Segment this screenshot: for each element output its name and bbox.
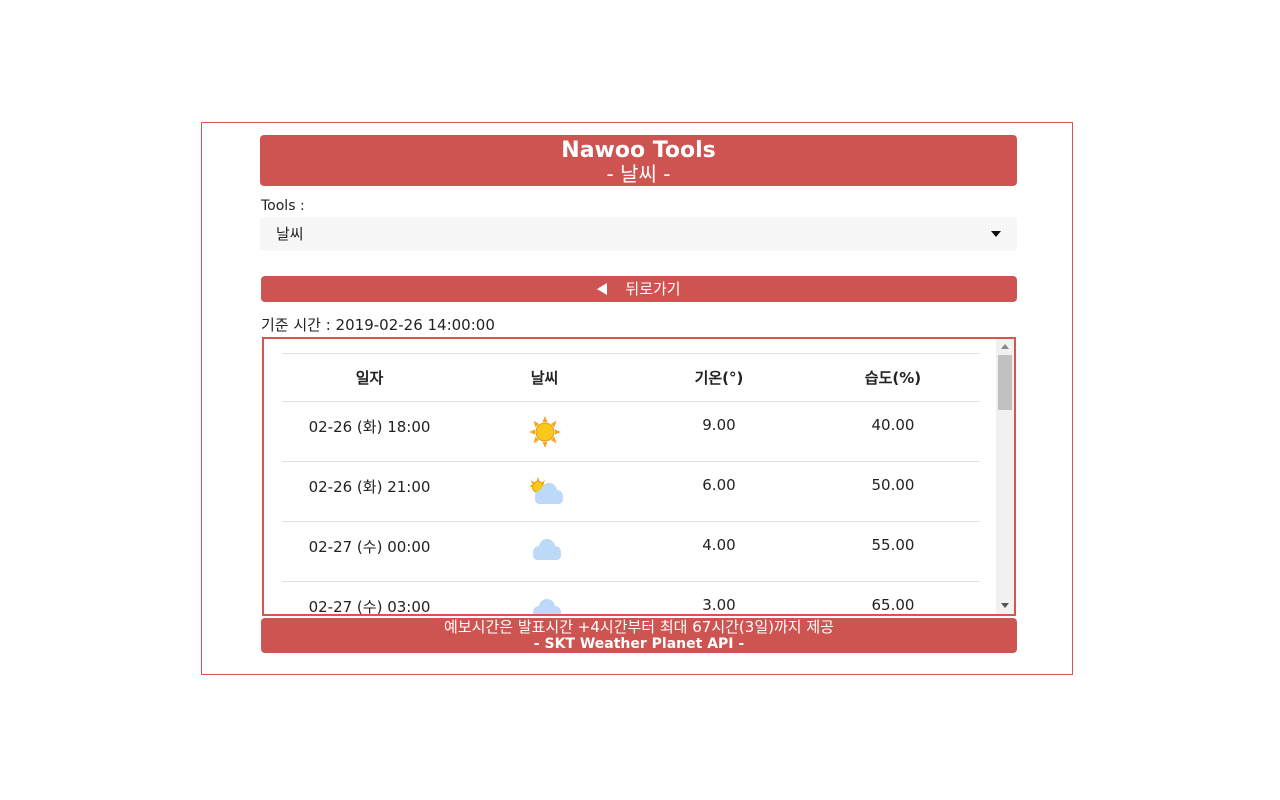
back-button[interactable]: 뒤로가기 [261,276,1017,302]
scroll-up-icon[interactable] [1001,344,1009,349]
scrollbar-thumb[interactable] [998,355,1012,410]
column-header-humidity: 습도(%) [805,353,980,402]
footer-note: 예보시간은 발표시간 +4시간부터 최대 67시간(3일)까지 제공 [444,618,834,636]
table-row: 02-27 (수) 00:00 4.00 55.00 [282,521,980,582]
caret-down-icon [991,231,1001,237]
cell-temp: 4.00 [632,521,806,582]
cell-datetime: 02-27 (수) 00:00 [282,521,458,582]
table-row: 02-26 (화) 21:00 6.00 50.00 [282,461,980,522]
cloudy-icon [525,596,565,614]
tools-select-value: 날씨 [276,225,304,243]
cell-humidity: 55.00 [805,521,980,582]
cell-datetime: 02-26 (화) 18:00 [282,401,458,462]
column-header-temp: 기온(°) [632,353,806,402]
app-title: Nawoo Tools [561,138,716,163]
table-header-row: 일자 날씨 기온(°) 습도(%) [282,353,980,402]
cell-humidity: 65.00 [805,581,980,614]
cell-weather [457,581,633,614]
cell-temp: 6.00 [632,461,806,522]
arrow-left-icon [597,283,608,295]
cell-weather [457,401,633,462]
table-row: 02-27 (수) 03:00 3.00 65.00 [282,581,980,614]
cell-weather [457,521,633,582]
cell-temp: 3.00 [632,581,806,614]
cloudy-icon [525,536,565,566]
partly-cloudy-icon [525,476,565,510]
cell-datetime: 02-26 (화) 21:00 [282,461,458,522]
table-scrollbar[interactable] [996,339,1014,614]
cell-datetime: 02-27 (수) 03:00 [282,581,458,614]
footer-banner: 예보시간은 발표시간 +4시간부터 최대 67시간(3일)까지 제공 - SKT… [261,618,1017,653]
cell-weather [457,461,633,522]
table-row: 02-26 (화) 18:00 9.00 40.00 [282,401,980,462]
cell-humidity: 40.00 [805,401,980,462]
sunny-icon [527,416,563,452]
forecast-table: 일자 날씨 기온(°) 습도(%) 02-26 (화) 18:00 9.00 4… [282,353,980,614]
cell-temp: 9.00 [632,401,806,462]
scroll-down-icon[interactable] [1001,603,1009,608]
tools-label: Tools : [261,198,305,214]
tools-select[interactable]: 날씨 [260,217,1017,251]
app-subtitle: - 날씨 - [606,162,671,186]
back-button-label: 뒤로가기 [625,280,681,298]
column-header-weather: 날씨 [457,353,633,402]
cell-humidity: 50.00 [805,461,980,522]
app-header: Nawoo Tools - 날씨 - [260,135,1017,186]
column-header-date: 일자 [282,353,458,402]
base-time: 기준 시간 : 2019-02-26 14:00:00 [261,316,495,334]
footer-credit: - SKT Weather Planet API - [533,636,745,652]
forecast-table-container[interactable]: 일자 날씨 기온(°) 습도(%) 02-26 (화) 18:00 9.00 4… [262,337,1016,616]
